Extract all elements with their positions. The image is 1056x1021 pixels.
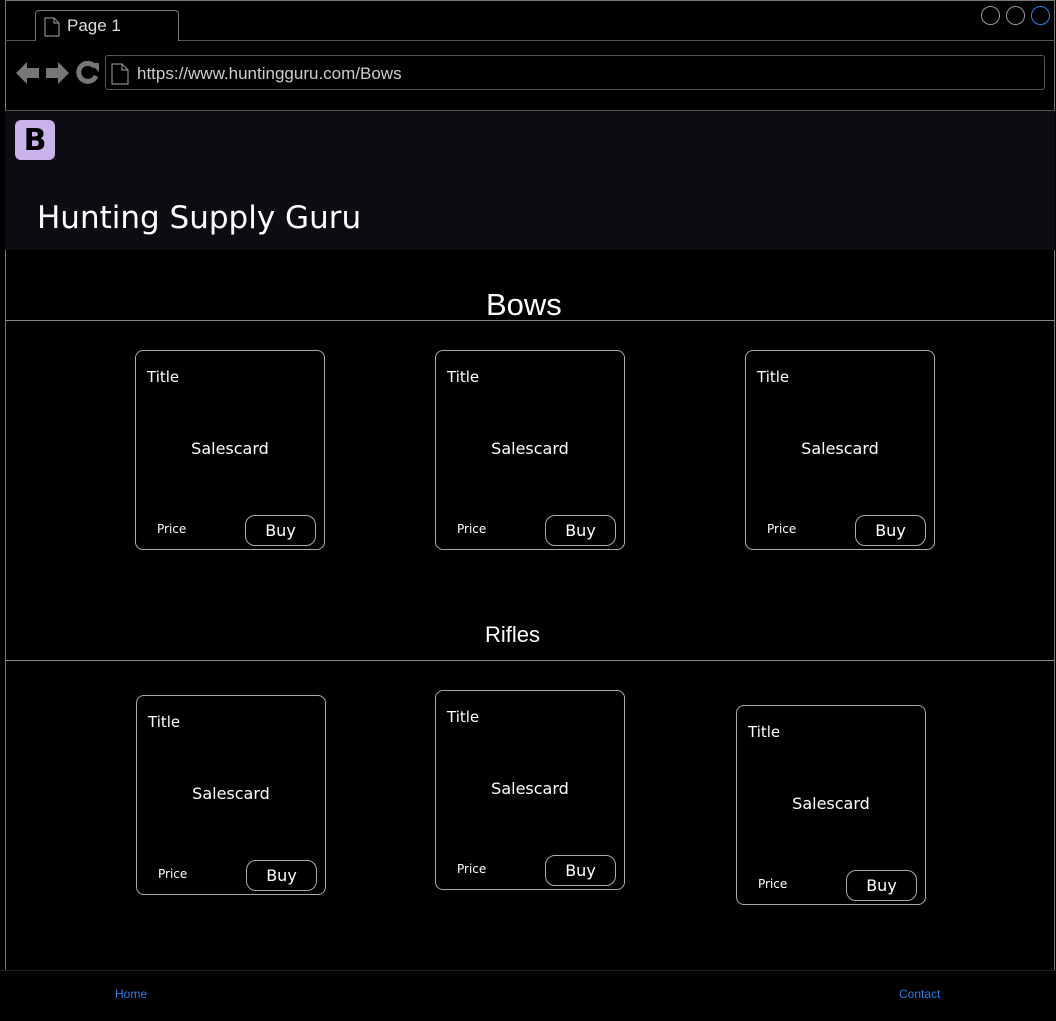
card-body: Salescard (192, 784, 270, 803)
card-body: Salescard (792, 794, 870, 813)
footer-link-contact[interactable]: Contact (899, 987, 940, 1001)
buy-button[interactable]: Buy (545, 515, 616, 546)
card-price: Price (767, 522, 797, 536)
url-text: https://www.huntingguru.com/Bows (137, 64, 402, 83)
page-icon (111, 63, 129, 85)
sales-card: Title Salescard Price Buy (736, 705, 926, 905)
site-title: Hunting Supply Guru (37, 200, 362, 236)
sales-card: Title Salescard Price Buy (435, 690, 625, 890)
sales-card: Title Salescard Price Buy (135, 350, 325, 550)
forward-arrow-icon[interactable] (45, 60, 69, 86)
card-title: Title (147, 368, 180, 386)
card-title: Title (748, 723, 781, 741)
card-price: Price (758, 877, 788, 891)
buy-button[interactable]: Buy (846, 870, 917, 901)
card-price: Price (158, 867, 188, 881)
maximize-window-button[interactable] (1006, 6, 1025, 25)
site-footer (0, 970, 1056, 1021)
sales-card: Title Salescard Price Buy (435, 350, 625, 550)
section-divider (5, 320, 1055, 321)
footer-link-home[interactable]: Home (115, 987, 147, 1001)
close-window-button[interactable] (1031, 6, 1050, 25)
buy-button[interactable]: Buy (246, 860, 317, 891)
card-title: Title (148, 713, 181, 731)
sales-card: Title Salescard Price Buy (745, 350, 935, 550)
sales-card: Title Salescard Price Buy (136, 695, 326, 895)
card-price: Price (457, 522, 487, 536)
section-title-bows: Bows (486, 287, 562, 322)
card-body: Salescard (801, 439, 879, 458)
buy-button[interactable]: Buy (245, 515, 316, 546)
card-title: Title (757, 368, 790, 386)
address-bar[interactable]: https://www.huntingguru.com/Bows (105, 55, 1045, 90)
buy-button[interactable]: Buy (855, 515, 926, 546)
card-price: Price (457, 862, 487, 876)
tab-label: Page 1 (67, 16, 121, 35)
card-title: Title (447, 708, 480, 726)
brand-logo[interactable]: B (15, 120, 55, 160)
minimize-window-button[interactable] (981, 6, 1000, 25)
card-title: Title (447, 368, 480, 386)
card-body: Salescard (191, 439, 269, 458)
section-title-rifles: Rifles (485, 622, 541, 647)
browser-tab[interactable]: Page 1 (35, 10, 179, 41)
reload-icon[interactable] (76, 61, 100, 85)
section-divider (5, 660, 1055, 661)
back-arrow-icon[interactable] (16, 60, 40, 86)
page-icon (44, 17, 60, 37)
card-price: Price (157, 522, 187, 536)
card-body: Salescard (491, 439, 569, 458)
buy-button[interactable]: Buy (545, 855, 616, 886)
card-body: Salescard (491, 779, 569, 798)
